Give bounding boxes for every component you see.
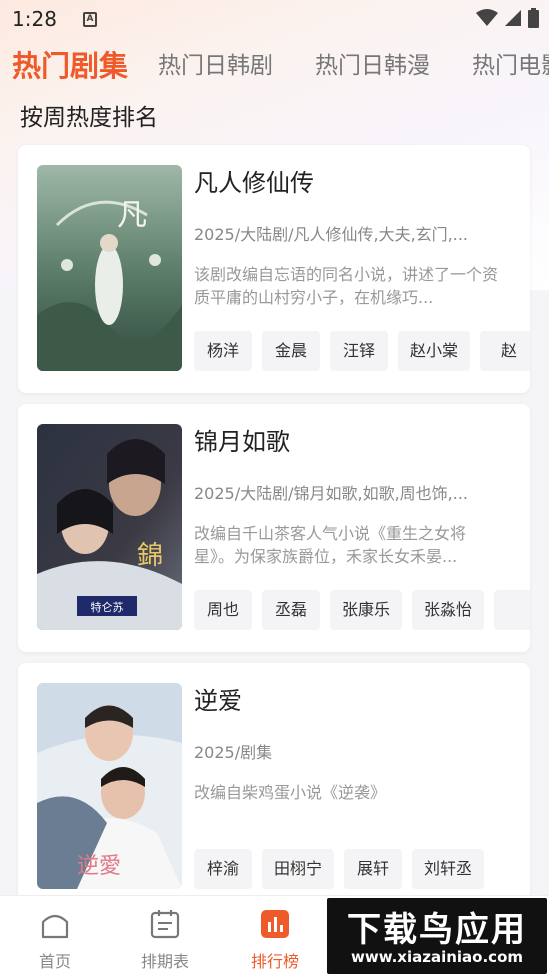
nav-ranking[interactable]: 排行榜 <box>220 896 330 977</box>
wifi-icon <box>476 9 498 26</box>
signal-icon <box>505 10 521 26</box>
watermark-logo: 下载鸟应用 www.xiazainiao.com <box>327 898 547 974</box>
svg-text:錦: 錦 <box>137 541 163 571</box>
nav-home[interactable]: 首页 <box>0 896 110 977</box>
drama-meta: 2025/大陆剧/凡人修仙传,大夫,玄门,... <box>194 225 469 244</box>
tab-hot-jk-anime[interactable]: 热门日韩漫 <box>315 44 430 88</box>
tab-hot-jk-drama[interactable]: 热门日韩剧 <box>158 44 273 88</box>
drama-title: 逆爱 <box>194 687 242 715</box>
nav-label: 排期表 <box>140 952 189 971</box>
section-title: 按周热度排名 <box>20 105 158 131</box>
status-icons <box>476 8 539 28</box>
poster-badge: 特仑苏 <box>91 600 124 614</box>
cast-chip[interactable]: 丞磊 <box>262 590 320 630</box>
status-bar: 1:28 A <box>0 0 549 38</box>
cast-chip[interactable]: 周也 <box>194 590 252 630</box>
cast-chip[interactable]: 杨洋 <box>194 331 252 371</box>
cast-list: 梓渝 田栩宁 展轩 刘轩丞 <box>194 849 530 889</box>
drama-description: 改编自柴鸡蛋小说《逆袭》 <box>194 783 387 802</box>
cast-chip[interactable]: 田栩宁 <box>262 849 335 889</box>
drama-poster[interactable]: 凡 <box>37 165 182 371</box>
watermark-url: www.xiazainiao.com <box>350 948 524 966</box>
battery-icon <box>528 8 539 28</box>
ranking-icon <box>261 910 289 938</box>
cast-chip[interactable]: 梓渝 <box>194 849 252 889</box>
notification-icon: A <box>82 11 97 27</box>
svg-text:逆愛: 逆愛 <box>77 854 121 879</box>
nav-label: 首页 <box>38 952 71 971</box>
drama-poster[interactable]: 錦 特仑苏 <box>37 424 182 630</box>
cast-chip[interactable]: 刘轩丞 <box>412 849 485 889</box>
cast-chip[interactable]: 展轩 <box>344 849 403 889</box>
nav-label: 排行榜 <box>250 952 299 971</box>
svg-text:凡: 凡 <box>117 198 147 233</box>
nav-schedule[interactable]: 排期表 <box>110 896 220 977</box>
home-icon <box>41 914 69 939</box>
calendar-icon <box>150 910 180 939</box>
tab-hot-movies[interactable]: 热门电影 <box>472 44 549 88</box>
drama-card[interactable]: 凡 凡人修仙传 2025/大陆剧/凡人修仙传,大夫,玄门,... 该剧改编自忘语… <box>18 145 530 393</box>
drama-meta: 2025/剧集 <box>194 743 273 762</box>
drama-meta: 2025/大陆剧/锦月如歌,如歌,周也饰,... <box>194 484 469 503</box>
category-tabs: 热门剧集 热门日韩剧 热门日韩漫 热门电影 <box>0 44 549 88</box>
cast-chip[interactable]: 金晨 <box>262 331 320 371</box>
cast-chip[interactable]: 赵 <box>480 331 530 371</box>
drama-description: 该剧改编自忘语的同名小说，讲述了一个资质平庸的山村穷小子，在机缘巧... <box>194 265 499 307</box>
cast-chip[interactable]: 张康乐 <box>330 590 403 630</box>
romance-drama-poster-image: 逆愛 <box>37 683 182 889</box>
cast-chip[interactable] <box>494 590 530 630</box>
cast-chip[interactable]: 赵小棠 <box>398 331 471 371</box>
drama-poster[interactable]: 逆愛 <box>37 683 182 889</box>
status-time: 1:28 <box>12 7 57 31</box>
watermark-main-text: 下载鸟应用 <box>347 910 527 950</box>
drama-description: 改编自千山茶客人气小说《重生之女将星》。为保家族爵位，禾家长女禾晏... <box>194 524 467 566</box>
fantasy-drama-poster-image: 凡 <box>37 165 182 371</box>
cast-list: 周也 丞磊 张康乐 张淼怡 <box>194 590 530 630</box>
tab-hot-series[interactable]: 热门剧集 <box>12 44 128 88</box>
historical-drama-poster-image: 錦 特仑苏 <box>37 424 182 630</box>
drama-title: 凡人修仙传 <box>194 169 314 197</box>
cast-chip[interactable]: 汪铎 <box>330 331 388 371</box>
drama-title: 锦月如歌 <box>194 428 290 456</box>
cast-list: 杨洋 金晨 汪铎 赵小棠赵 <box>194 331 530 371</box>
cast-chip[interactable]: 张淼怡 <box>412 590 485 630</box>
drama-card[interactable]: 逆愛 逆爱 2025/剧集 改编自柴鸡蛋小说《逆袭》 梓渝 田栩宁 展轩 刘轩丞 <box>18 663 530 911</box>
drama-card[interactable]: 錦 特仑苏 锦月如歌 2025/大陆剧/锦月如歌,如歌,周也饰,... 改编自千… <box>18 404 530 652</box>
